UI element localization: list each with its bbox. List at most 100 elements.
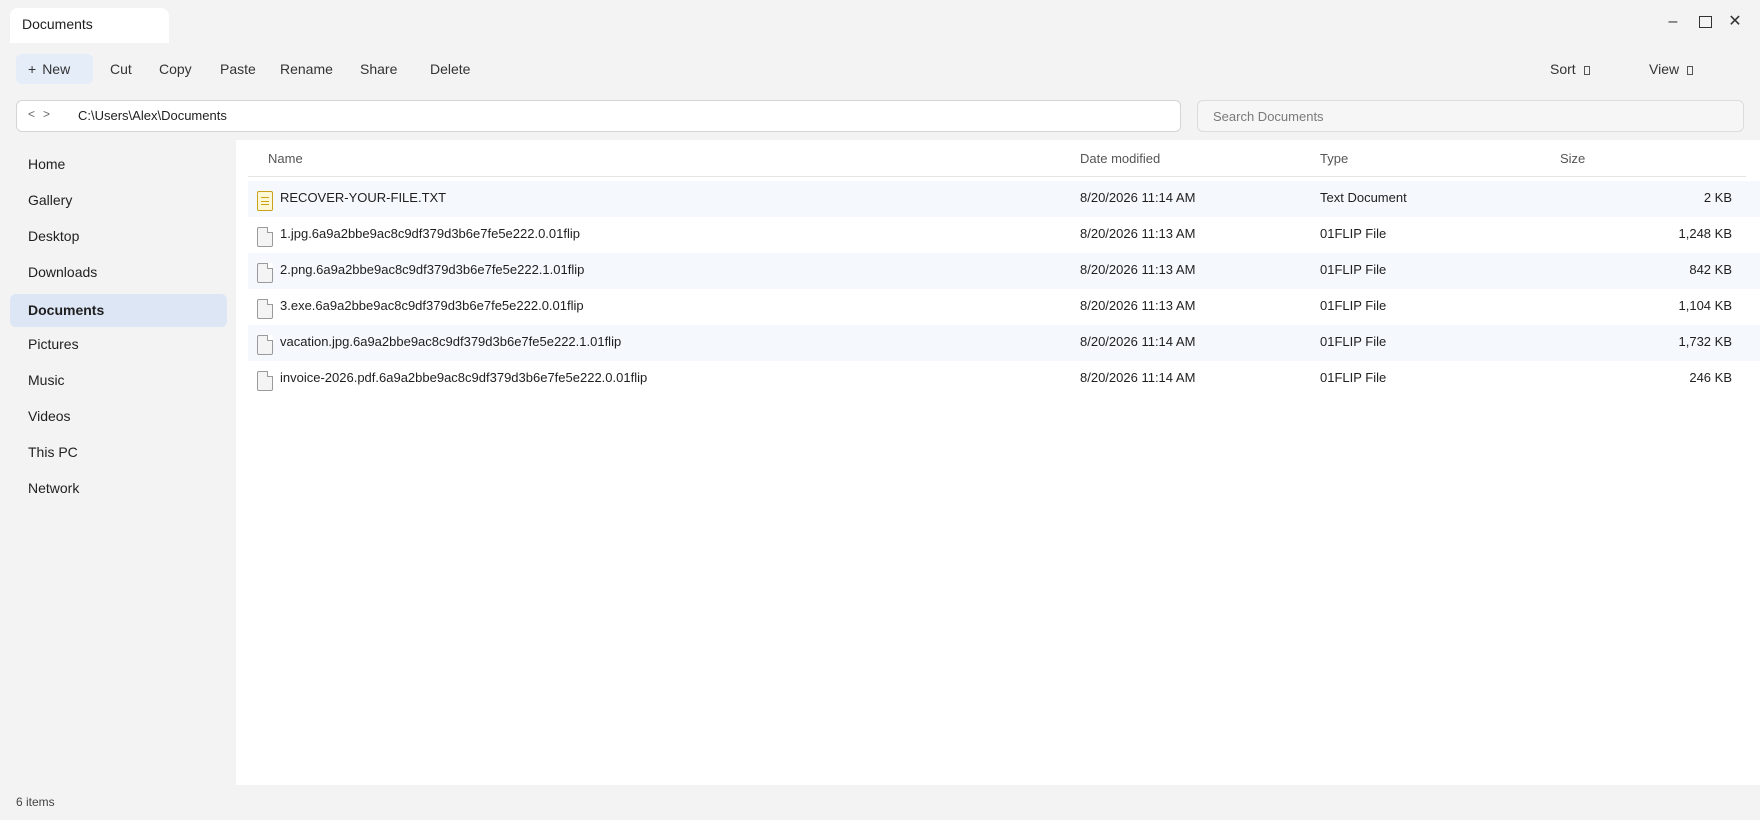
column-header-name[interactable]: Name bbox=[268, 151, 303, 166]
column-header-size[interactable]: Size bbox=[1560, 151, 1585, 166]
file-name: RECOVER-YOUR-FILE.TXT bbox=[280, 190, 447, 205]
file-size: 1,248 KB bbox=[1678, 226, 1733, 241]
file-name: 3.exe.6a9a2bbe9ac8c9df379d3b6e7fe5e222.0… bbox=[280, 298, 584, 313]
maximize-button[interactable] bbox=[1690, 10, 1720, 34]
file-date: 8/20/2026 11:13 AM bbox=[1080, 298, 1196, 313]
sort-dropdown-icon bbox=[1583, 65, 1590, 75]
view-label: View bbox=[1649, 61, 1680, 77]
plus-icon: + bbox=[28, 61, 37, 77]
delete-label: Delete bbox=[430, 61, 471, 77]
file-date: 8/20/2026 11:13 AM bbox=[1080, 262, 1196, 277]
address-bar[interactable]: < > C:\Users\Alex\Documents bbox=[16, 100, 1181, 132]
file-size: 1,104 KB bbox=[1678, 298, 1733, 313]
file-type: 01FLIP File bbox=[1320, 262, 1387, 277]
sidebar-item-label: Desktop bbox=[28, 228, 80, 244]
sidebar-item-label: Gallery bbox=[28, 192, 73, 208]
close-icon: ✕ bbox=[1728, 13, 1742, 30]
sidebar-item-desktop[interactable]: Desktop bbox=[10, 220, 227, 253]
tab-documents[interactable]: Documents bbox=[10, 8, 169, 43]
file-size: 246 KB bbox=[1689, 370, 1732, 385]
file-name: 2.png.6a9a2bbe9ac8c9df379d3b6e7fe5e222.1… bbox=[280, 262, 585, 277]
new-button[interactable]: + New bbox=[16, 54, 93, 84]
search-input[interactable] bbox=[1197, 100, 1744, 132]
file-date: 8/20/2026 11:13 AM bbox=[1080, 226, 1196, 241]
file-name: 1.jpg.6a9a2bbe9ac8c9df379d3b6e7fe5e222.0… bbox=[280, 226, 580, 241]
file-date: 8/20/2026 11:14 AM bbox=[1080, 190, 1196, 205]
sidebar-item-documents[interactable]: Documents bbox=[10, 294, 227, 327]
generic-file-icon bbox=[257, 335, 273, 355]
copy-label: Copy bbox=[159, 61, 192, 77]
sidebar-item-pictures[interactable]: Pictures bbox=[10, 328, 227, 361]
file-type: 01FLIP File bbox=[1320, 298, 1387, 313]
delete-button[interactable]: Delete bbox=[422, 54, 478, 84]
sidebar-item-videos[interactable]: Videos bbox=[10, 400, 227, 433]
file-size: 2 KB bbox=[1703, 190, 1732, 205]
share-button[interactable]: Share bbox=[352, 54, 405, 84]
column-header-date[interactable]: Date modified bbox=[1080, 151, 1160, 166]
sidebar-item-network[interactable]: Network bbox=[10, 472, 227, 505]
text-file-icon bbox=[257, 191, 273, 211]
generic-file-icon bbox=[257, 227, 273, 247]
sidebar: Home Gallery Desktop Downloads Documents… bbox=[0, 140, 236, 785]
file-row[interactable]: invoice-2026.pdf.6a9a2bbe9ac8c9df379d3b6… bbox=[248, 361, 1760, 397]
file-name: invoice-2026.pdf.6a9a2bbe9ac8c9df379d3b6… bbox=[280, 370, 648, 385]
generic-file-icon bbox=[257, 299, 273, 319]
file-date: 8/20/2026 11:14 AM bbox=[1080, 370, 1196, 385]
file-list: Name Date modified Type Size RECOVER-YOU… bbox=[236, 140, 1760, 785]
file-row[interactable]: RECOVER-YOUR-FILE.TXT 8/20/2026 11:14 AM… bbox=[248, 181, 1760, 217]
close-button[interactable]: ✕ bbox=[1720, 10, 1750, 34]
sidebar-item-home[interactable]: Home bbox=[10, 148, 227, 181]
sidebar-item-label: This PC bbox=[28, 444, 78, 460]
sidebar-item-label: Downloads bbox=[28, 264, 98, 280]
file-size: 842 KB bbox=[1689, 262, 1732, 277]
cut-label: Cut bbox=[110, 61, 132, 77]
item-count: 6 items bbox=[16, 795, 55, 809]
sort-label: Sort bbox=[1550, 61, 1576, 77]
sidebar-item-label: Music bbox=[28, 372, 65, 388]
sort-button[interactable]: Sort bbox=[1542, 54, 1598, 84]
file-row[interactable]: 3.exe.6a9a2bbe9ac8c9df379d3b6e7fe5e222.0… bbox=[248, 289, 1760, 325]
share-label: Share bbox=[360, 61, 398, 77]
tab-title: Documents bbox=[22, 16, 93, 32]
file-type: 01FLIP File bbox=[1320, 334, 1387, 349]
new-label: New bbox=[42, 61, 71, 77]
sidebar-item-gallery[interactable]: Gallery bbox=[10, 184, 227, 217]
file-type: Text Document bbox=[1320, 190, 1407, 205]
view-button[interactable]: View bbox=[1641, 54, 1701, 84]
sidebar-item-music[interactable]: Music bbox=[10, 364, 227, 397]
view-dropdown-icon bbox=[1687, 65, 1694, 75]
file-row[interactable]: vacation.jpg.6a9a2bbe9ac8c9df379d3b6e7fe… bbox=[248, 325, 1760, 361]
file-name: vacation.jpg.6a9a2bbe9ac8c9df379d3b6e7fe… bbox=[280, 334, 622, 349]
minimize-button[interactable]: – bbox=[1658, 10, 1688, 34]
maximize-icon bbox=[1698, 15, 1712, 28]
file-row[interactable]: 2.png.6a9a2bbe9ac8c9df379d3b6e7fe5e222.1… bbox=[248, 253, 1760, 289]
rename-button[interactable]: Rename bbox=[272, 54, 341, 84]
sidebar-item-label: Videos bbox=[28, 408, 71, 424]
rename-label: Rename bbox=[280, 61, 333, 77]
header-divider bbox=[248, 176, 1746, 177]
sidebar-item-this-pc[interactable]: This PC bbox=[10, 436, 227, 469]
status-bar: 6 items bbox=[0, 785, 1760, 820]
command-bar: + New Cut Copy Paste Rename Share Delete … bbox=[0, 50, 1760, 86]
paste-label: Paste bbox=[220, 61, 256, 77]
address-path[interactable]: C:\Users\Alex\Documents bbox=[78, 108, 227, 123]
generic-file-icon bbox=[257, 263, 273, 283]
back-button[interactable]: < bbox=[28, 107, 35, 121]
title-bar: Documents – ✕ bbox=[0, 0, 1760, 45]
generic-file-icon bbox=[257, 371, 273, 391]
sidebar-item-label: Pictures bbox=[28, 336, 79, 352]
sidebar-item-label: Documents bbox=[28, 302, 105, 318]
file-type: 01FLIP File bbox=[1320, 370, 1387, 385]
copy-button[interactable]: Copy bbox=[151, 54, 200, 84]
minimize-icon: – bbox=[1668, 13, 1678, 30]
file-date: 8/20/2026 11:14 AM bbox=[1080, 334, 1196, 349]
sidebar-item-downloads[interactable]: Downloads bbox=[10, 256, 227, 289]
sidebar-item-label: Home bbox=[28, 156, 66, 172]
file-type: 01FLIP File bbox=[1320, 226, 1387, 241]
column-header-type[interactable]: Type bbox=[1320, 151, 1348, 166]
paste-button[interactable]: Paste bbox=[212, 54, 264, 84]
file-size: 1,732 KB bbox=[1678, 334, 1733, 349]
cut-button[interactable]: Cut bbox=[102, 54, 140, 84]
file-row[interactable]: 1.jpg.6a9a2bbe9ac8c9df379d3b6e7fe5e222.0… bbox=[248, 217, 1760, 253]
forward-button[interactable]: > bbox=[43, 107, 50, 121]
